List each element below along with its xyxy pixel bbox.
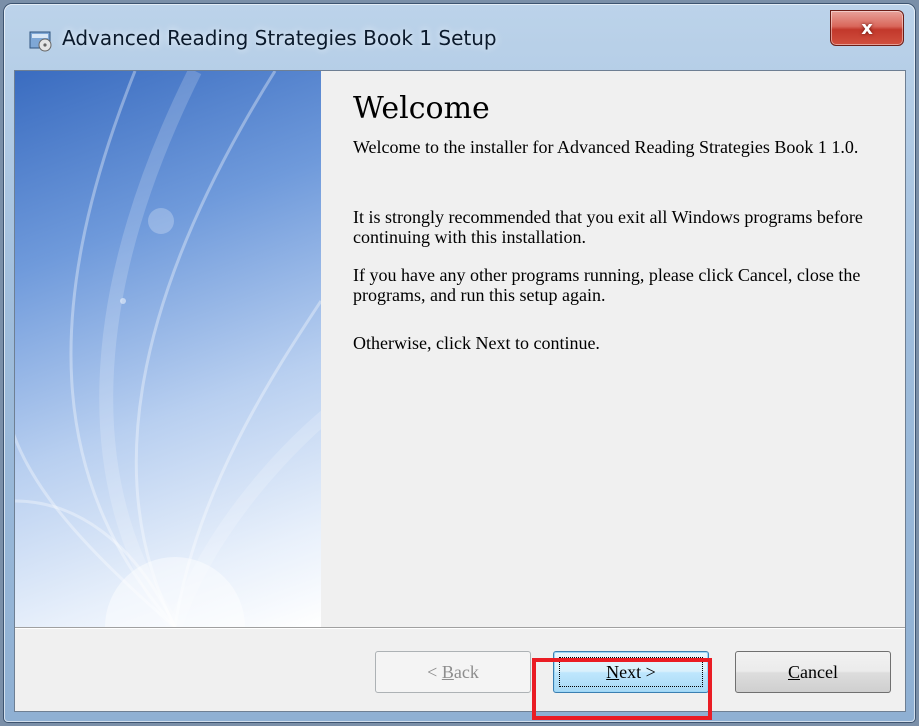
close-icon: x <box>861 17 873 39</box>
continue-instruction-paragraph: Otherwise, click Next to continue. <box>353 333 600 353</box>
wizard-banner-image <box>15 71 321 627</box>
back-button-label: ack <box>453 661 479 682</box>
next-button-highlight-box <box>532 658 712 720</box>
dialog-client-area: Welcome Welcome to the installer for Adv… <box>14 70 906 712</box>
close-button[interactable]: x <box>830 10 904 46</box>
cancel-instruction-paragraph: If you have any other programs running, … <box>353 265 861 305</box>
cancel-button[interactable]: Cancel <box>735 651 891 693</box>
installer-icon <box>28 30 54 52</box>
back-button-mnemonic: B <box>441 661 454 682</box>
back-button-prefix: < <box>427 661 442 682</box>
recommendation-paragraph: It is strongly recommended that you exit… <box>353 207 863 247</box>
cancel-button-label: ancel <box>800 661 838 682</box>
footer-divider <box>15 627 905 629</box>
back-button[interactable]: < Back <box>375 651 531 693</box>
welcome-panel: Welcome Welcome to the installer for Adv… <box>321 71 905 627</box>
setup-window: Advanced Reading Strategies Book 1 Setup… <box>4 4 915 722</box>
page-title: Welcome <box>353 91 490 126</box>
cancel-button-mnemonic: C <box>788 661 801 682</box>
title-bar[interactable]: Advanced Reading Strategies Book 1 Setup… <box>4 4 915 70</box>
window-title: Advanced Reading Strategies Book 1 Setup <box>62 26 497 50</box>
intro-paragraph: Welcome to the installer for Advanced Re… <box>353 137 859 157</box>
